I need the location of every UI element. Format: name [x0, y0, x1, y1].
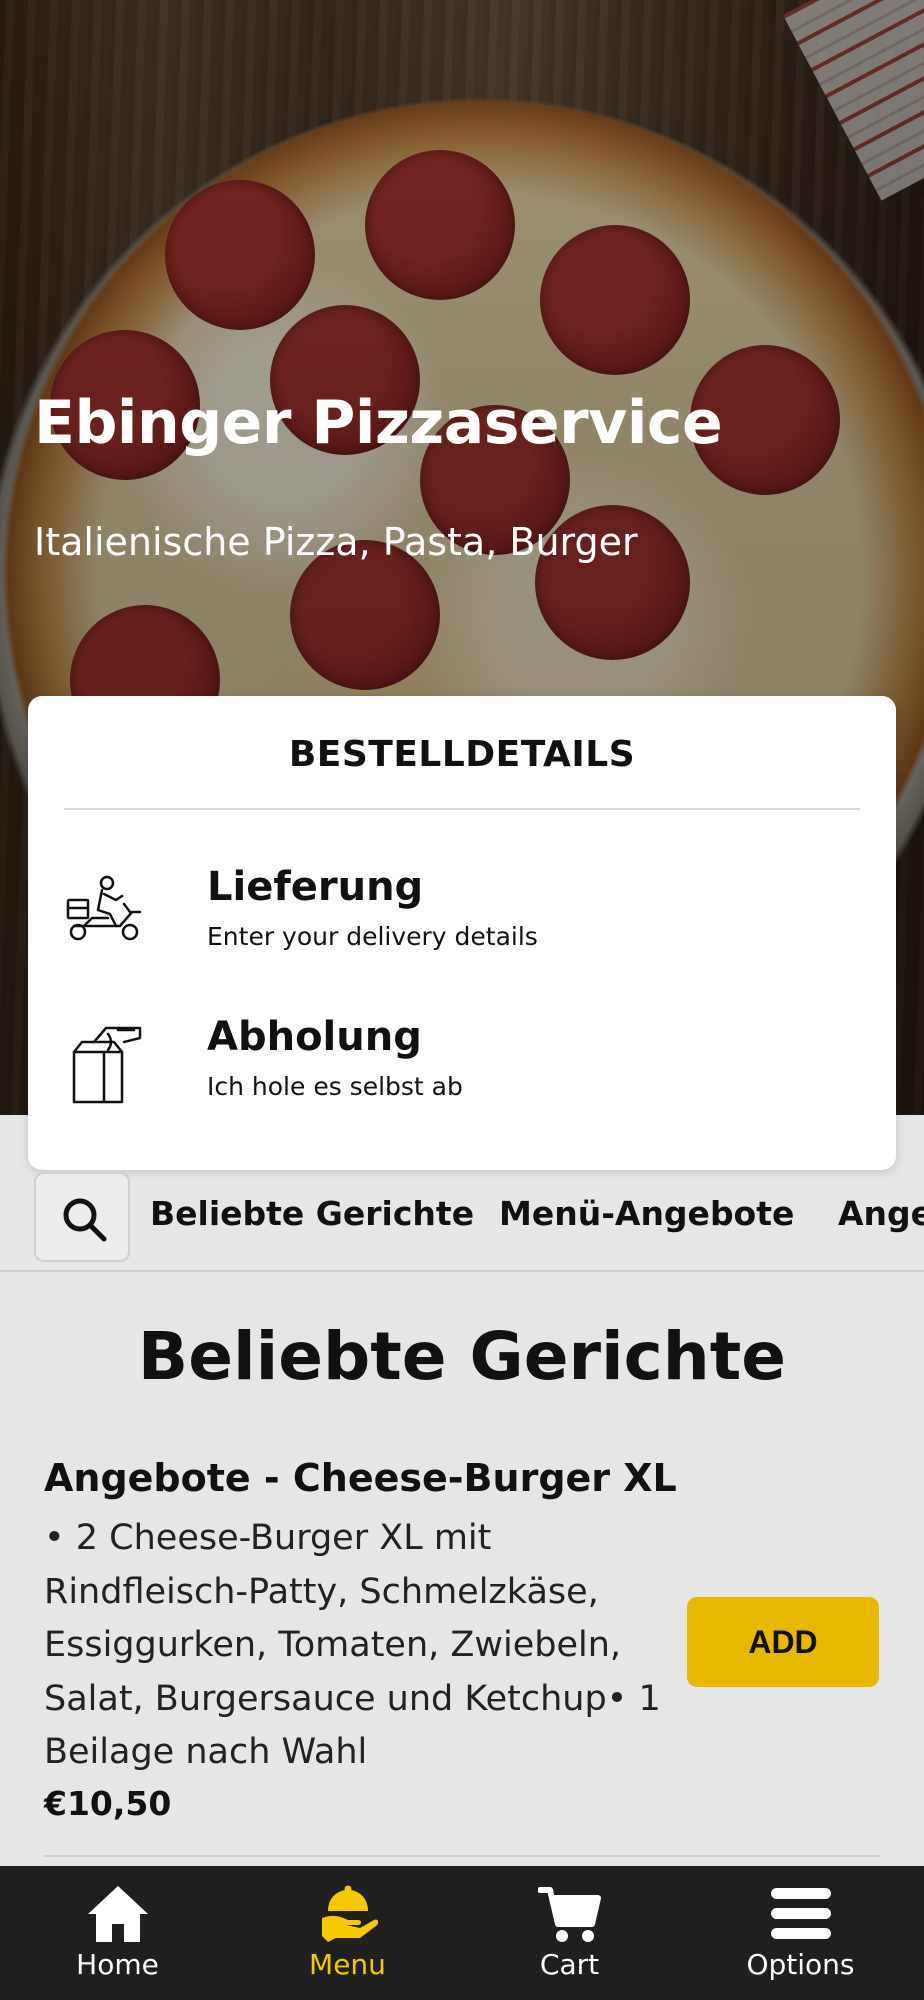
menu-dish-icon	[321, 1885, 378, 1942]
nav-home[interactable]: Home	[2, 1866, 233, 2000]
category-bar: Beliebte Gerichte Menü-Angebote Ange	[0, 1170, 924, 1272]
nav-options-label: Options	[746, 1948, 855, 1981]
nav-menu[interactable]: Menu	[232, 1866, 463, 2000]
menu-item-description: • 2 Cheese-Burger XL mit Rindfleisch-Pat…	[44, 1518, 661, 1772]
menu-item-title[interactable]: Angebote - Cheese-Burger XL	[44, 1456, 677, 1500]
category-tab-angebote[interactable]: Ange	[838, 1194, 924, 1233]
delivery-scooter-icon	[64, 870, 148, 954]
delivery-description: Enter your delivery details	[207, 922, 538, 951]
order-details-title: BESTELLDETAILS	[288, 734, 636, 775]
search-icon	[63, 1198, 107, 1242]
restaurant-cuisine: Italienische Pizza, Pasta, Burger	[34, 520, 638, 564]
nav-home-label: Home	[76, 1948, 159, 1981]
delivery-label: Lieferung	[207, 864, 424, 910]
order-details-card: BESTELLDETAILS Lieferung Enter your deli…	[28, 696, 896, 1170]
takeaway-bag-icon	[64, 1020, 148, 1104]
add-to-cart-button[interactable]: ADD	[687, 1597, 879, 1687]
restaurant-name: Ebinger Pizzaservice	[34, 388, 723, 458]
nav-menu-label: Menu	[309, 1948, 386, 1981]
nav-cart[interactable]: Cart	[454, 1866, 685, 2000]
pickup-option[interactable]: Abholung Ich hole es selbst ab	[64, 1014, 864, 1134]
section-title: Beliebte Gerichte	[137, 1318, 787, 1395]
divider	[64, 808, 860, 810]
search-button[interactable]	[34, 1172, 130, 1262]
category-tab-menue-angebote[interactable]: Menü-Angebote	[499, 1194, 794, 1233]
hamburger-menu-icon	[770, 1888, 831, 1939]
home-icon	[87, 1886, 148, 1942]
bottom-navigation: Home Menu Cart Options	[0, 1866, 924, 2000]
delivery-option[interactable]: Lieferung Enter your delivery details	[64, 864, 864, 984]
cart-icon	[537, 1887, 601, 1942]
pickup-label: Abholung	[207, 1014, 422, 1060]
nav-cart-label: Cart	[539, 1948, 600, 1981]
pickup-description: Ich hole es selbst ab	[207, 1072, 463, 1101]
category-tab-beliebte-gerichte[interactable]: Beliebte Gerichte	[150, 1194, 474, 1233]
menu-item-price: €10,50	[44, 1784, 172, 1823]
nav-options[interactable]: Options	[685, 1866, 916, 2000]
item-divider	[44, 1855, 880, 1857]
